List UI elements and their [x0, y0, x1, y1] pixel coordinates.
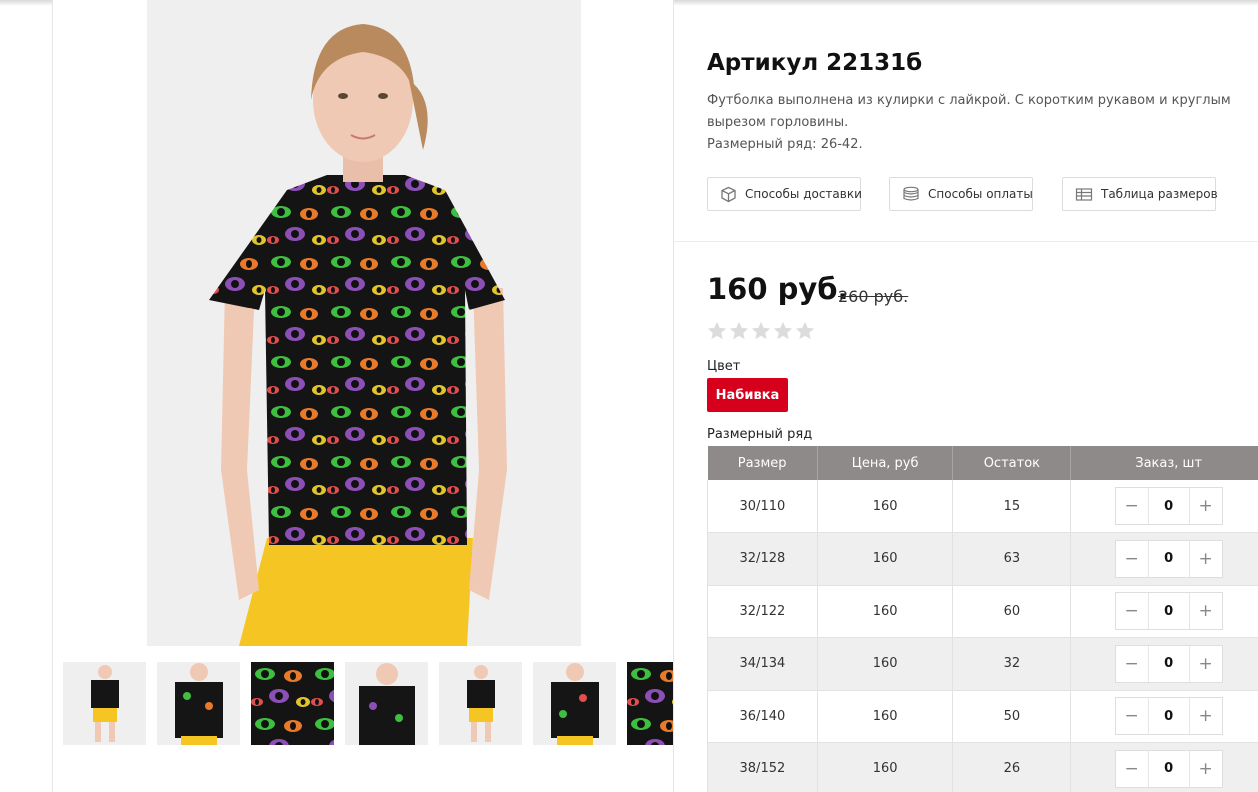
order-cell: − 0 + [1070, 585, 1258, 638]
price-cell: 160 [817, 742, 954, 792]
column-header-order: Заказ, шт [1070, 446, 1258, 480]
stock-cell: 63 [952, 532, 1072, 586]
quantity-stepper[interactable]: − 0 + [1114, 749, 1223, 788]
quantity-stepper[interactable]: − 0 + [1114, 592, 1223, 631]
quantity-input[interactable]: 0 [1147, 750, 1190, 787]
box-icon [721, 186, 736, 202]
column-header-size: Размер [707, 446, 818, 480]
increment-button[interactable]: + [1190, 488, 1222, 524]
thumbnail[interactable] [157, 662, 240, 745]
order-cell: − 0 + [1070, 480, 1258, 533]
stock-cell: 15 [952, 480, 1072, 533]
size-cell: 32/122 [707, 585, 818, 638]
coins-icon [903, 186, 919, 201]
price-cell: 160 [817, 690, 954, 743]
price-cell: 160 [817, 585, 954, 638]
product-description: Футболка выполнена из кулирки с лайкрой.… [707, 90, 1231, 156]
description-line: Размерный ряд: 26-42. [707, 137, 863, 152]
thumbnail[interactable] [533, 662, 616, 745]
quantity-input[interactable]: 0 [1147, 698, 1190, 735]
thumbnail-strip [63, 662, 673, 746]
thumbnail[interactable] [63, 662, 146, 745]
size-cell: 32/128 [707, 532, 818, 586]
table-row: 30/110 160 15 − 0 + [707, 480, 1258, 533]
decrement-button[interactable]: − [1116, 488, 1148, 524]
size-chart-label: Таблица размеров [1101, 187, 1218, 201]
delivery-methods-button[interactable]: Способы доставки [707, 177, 862, 211]
quantity-input[interactable]: 0 [1147, 593, 1190, 630]
size-range-label: Размерный ряд [707, 427, 813, 442]
size-chart-button[interactable]: Таблица размеров [1062, 177, 1218, 211]
stock-cell: 60 [952, 585, 1072, 638]
quantity-input[interactable]: 0 [1147, 645, 1190, 682]
order-cell: − 0 + [1070, 742, 1258, 792]
product-title: Артикул 22131б [707, 50, 923, 76]
order-cell: − 0 + [1070, 637, 1258, 691]
table-row: 32/122 160 60 − 0 + [707, 585, 1258, 638]
order-cell: − 0 + [1070, 532, 1258, 586]
current-price: 160 руб. [707, 272, 849, 306]
payment-methods-label: Способы оплаты [928, 187, 1033, 201]
thumbnail[interactable] [627, 662, 673, 745]
stock-cell: 50 [952, 690, 1072, 743]
star-icon[interactable] [706, 320, 728, 342]
description-line: вырезом горловины. [707, 115, 849, 130]
decrement-button[interactable]: − [1116, 593, 1148, 629]
thumbnail[interactable] [345, 662, 428, 745]
increment-button[interactable]: + [1190, 541, 1222, 577]
star-icon[interactable] [794, 320, 816, 342]
main-product-photo[interactable] [147, 0, 581, 646]
quantity-input[interactable]: 0 [1147, 488, 1190, 524]
size-cell: 38/152 [707, 742, 818, 792]
quantity-stepper[interactable]: − 0 + [1114, 539, 1223, 578]
table-row: 38/152 160 26 − 0 + [707, 742, 1258, 792]
size-table: Размер Цена, руб Остаток Заказ, шт 30/11… [707, 446, 1258, 792]
thumbnail[interactable] [251, 662, 334, 745]
decrement-button[interactable]: − [1116, 541, 1148, 577]
product-gallery [52, 0, 674, 792]
color-option-selected[interactable]: Набивка [707, 378, 788, 412]
price-cell: 160 [817, 637, 954, 691]
quantity-stepper[interactable]: − 0 + [1114, 487, 1223, 525]
table-row: 34/134 160 32 − 0 + [707, 637, 1258, 691]
increment-button[interactable]: + [1190, 646, 1222, 682]
description-line: Футболка выполнена из кулирки с лайкрой.… [707, 93, 1231, 108]
star-icon[interactable] [728, 320, 750, 342]
increment-button[interactable]: + [1190, 751, 1222, 787]
table-icon [1075, 187, 1093, 201]
column-header-price: Цена, руб [817, 446, 954, 480]
rating-stars[interactable] [706, 320, 816, 342]
column-header-stock: Остаток [952, 446, 1072, 480]
price-cell: 160 [817, 480, 954, 533]
table-row: 32/128 160 63 − 0 + [707, 532, 1258, 586]
color-label: Цвет [707, 359, 741, 374]
increment-button[interactable]: + [1190, 593, 1222, 629]
decrement-button[interactable]: − [1116, 698, 1148, 734]
increment-button[interactable]: + [1190, 698, 1222, 734]
decrement-button[interactable]: − [1116, 751, 1148, 787]
price-cell: 160 [817, 532, 954, 586]
star-icon[interactable] [772, 320, 794, 342]
divider [674, 241, 1258, 242]
payment-methods-button[interactable]: Способы оплаты [889, 177, 1033, 211]
size-cell: 30/110 [707, 480, 818, 533]
size-cell: 34/134 [707, 637, 818, 691]
quantity-stepper[interactable]: − 0 + [1114, 697, 1223, 736]
thumbnail[interactable] [439, 662, 522, 745]
old-price: 260 руб. [838, 287, 909, 306]
quantity-input[interactable]: 0 [1147, 540, 1190, 577]
delivery-methods-label: Способы доставки [745, 187, 862, 201]
star-icon[interactable] [750, 320, 772, 342]
decrement-button[interactable]: − [1116, 646, 1148, 682]
table-row: 36/140 160 50 − 0 + [707, 690, 1258, 743]
order-cell: − 0 + [1070, 690, 1258, 743]
product-info: Артикул 22131б Футболка выполнена из кул… [674, 0, 1258, 792]
stock-cell: 32 [952, 637, 1072, 691]
quantity-stepper[interactable]: − 0 + [1114, 644, 1223, 683]
size-cell: 36/140 [707, 690, 818, 743]
stock-cell: 26 [952, 742, 1072, 792]
